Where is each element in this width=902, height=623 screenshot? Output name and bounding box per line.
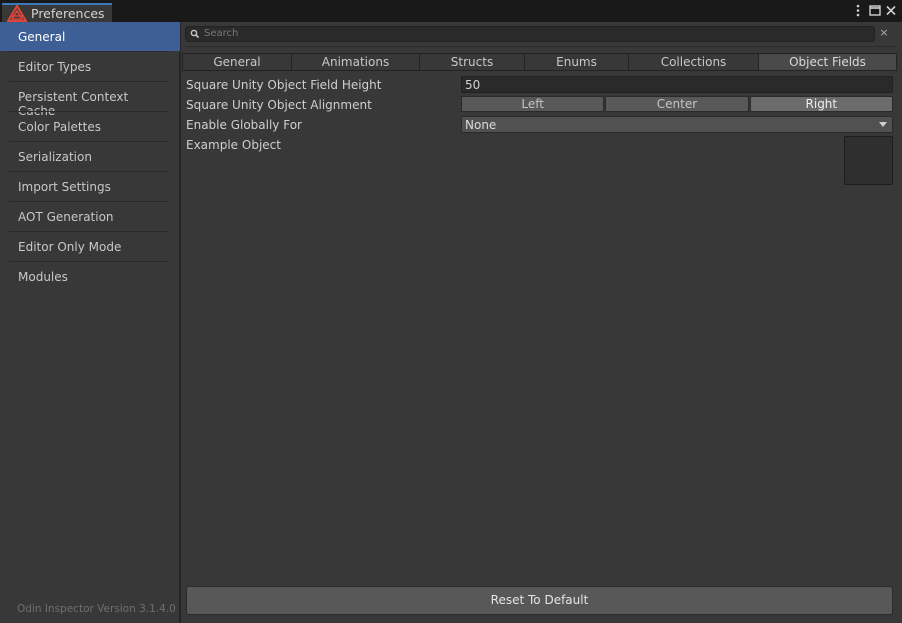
setting-row: Enable Globally For <box>186 116 302 134</box>
version-label: Odin Inspector Version 3.1.4.0 <box>17 603 176 615</box>
setting-row: Square Unity Object Alignment <box>186 96 372 114</box>
dropdown-value: None <box>465 118 497 132</box>
tab-bar: General Animations Structs Enums Collect… <box>182 53 897 71</box>
alignment-center-button[interactable]: Center <box>605 96 749 112</box>
chevron-down-icon <box>879 122 887 127</box>
field-height-label: Square Unity Object Field Height <box>186 78 382 92</box>
maximize-icon[interactable] <box>868 3 882 19</box>
alignment-right-button[interactable]: Right <box>749 96 893 112</box>
alignment-label: Square Unity Object Alignment <box>186 98 372 112</box>
tab-enums[interactable]: Enums <box>525 54 629 70</box>
alignment-left-button[interactable]: Left <box>461 96 605 112</box>
search-icon <box>190 29 200 39</box>
sidebar-item-label: AOT Generation <box>18 210 114 224</box>
tab-object-fields[interactable]: Object Fields <box>759 54 896 70</box>
enable-globally-dropdown[interactable]: None <box>461 116 893 133</box>
sidebar-item-label: General <box>18 30 66 44</box>
sidebar-item-aot-generation[interactable]: AOT Generation <box>0 202 168 231</box>
enable-globally-label: Enable Globally For <box>186 118 302 132</box>
sidebar-item-label: Modules <box>18 270 68 284</box>
divider <box>185 46 897 47</box>
sidebar-item-color-palettes[interactable]: Color Palettes <box>0 112 168 141</box>
sidebar: General Editor Types Persistent Context … <box>0 22 180 623</box>
setting-row: Example Object <box>186 136 281 154</box>
preferences-tab[interactable]: Preferences <box>2 3 112 22</box>
sidebar-item-editor-only-mode[interactable]: Editor Only Mode <box>0 232 168 261</box>
sidebar-item-modules[interactable]: Modules <box>0 262 168 291</box>
sidebar-item-serialization[interactable]: Serialization <box>0 142 168 171</box>
reset-to-default-button[interactable]: Reset To Default <box>186 586 893 615</box>
odin-logo-icon <box>7 5 27 22</box>
sidebar-item-label: Serialization <box>18 150 92 164</box>
sidebar-item-import-settings[interactable]: Import Settings <box>0 172 168 201</box>
close-icon[interactable] <box>884 3 898 19</box>
tab-structs[interactable]: Structs <box>420 54 525 70</box>
field-height-value: 50 <box>465 78 481 92</box>
search-input[interactable]: Search <box>185 26 875 42</box>
tab-collections[interactable]: Collections <box>629 54 759 70</box>
sidebar-item-general[interactable]: General <box>0 22 180 51</box>
example-object-label: Example Object <box>186 138 281 152</box>
kebab-menu-icon[interactable] <box>851 3 865 19</box>
sidebar-item-label: Color Palettes <box>18 120 101 134</box>
field-height-input[interactable]: 50 <box>461 76 893 93</box>
sidebar-item-persistent-context-cache[interactable]: Persistent Context Cache <box>0 82 168 118</box>
window-title: Preferences <box>31 6 105 21</box>
example-object-field[interactable] <box>844 136 893 185</box>
alignment-segmented-control: Left Center Right <box>461 96 893 112</box>
title-bar: Preferences <box>0 0 902 22</box>
setting-row: Square Unity Object Field Height <box>186 76 381 94</box>
main-panel: Search × General Animations Structs Enum… <box>181 22 902 623</box>
sidebar-item-label: Import Settings <box>18 180 111 194</box>
clear-search-icon[interactable]: × <box>878 27 890 39</box>
tab-animations[interactable]: Animations <box>292 54 420 70</box>
search-placeholder: Search <box>204 28 239 39</box>
sidebar-item-label: Editor Types <box>18 60 92 74</box>
sidebar-item-editor-types[interactable]: Editor Types <box>0 52 168 81</box>
tab-general[interactable]: General <box>183 54 292 70</box>
sidebar-item-label: Editor Only Mode <box>18 240 122 254</box>
